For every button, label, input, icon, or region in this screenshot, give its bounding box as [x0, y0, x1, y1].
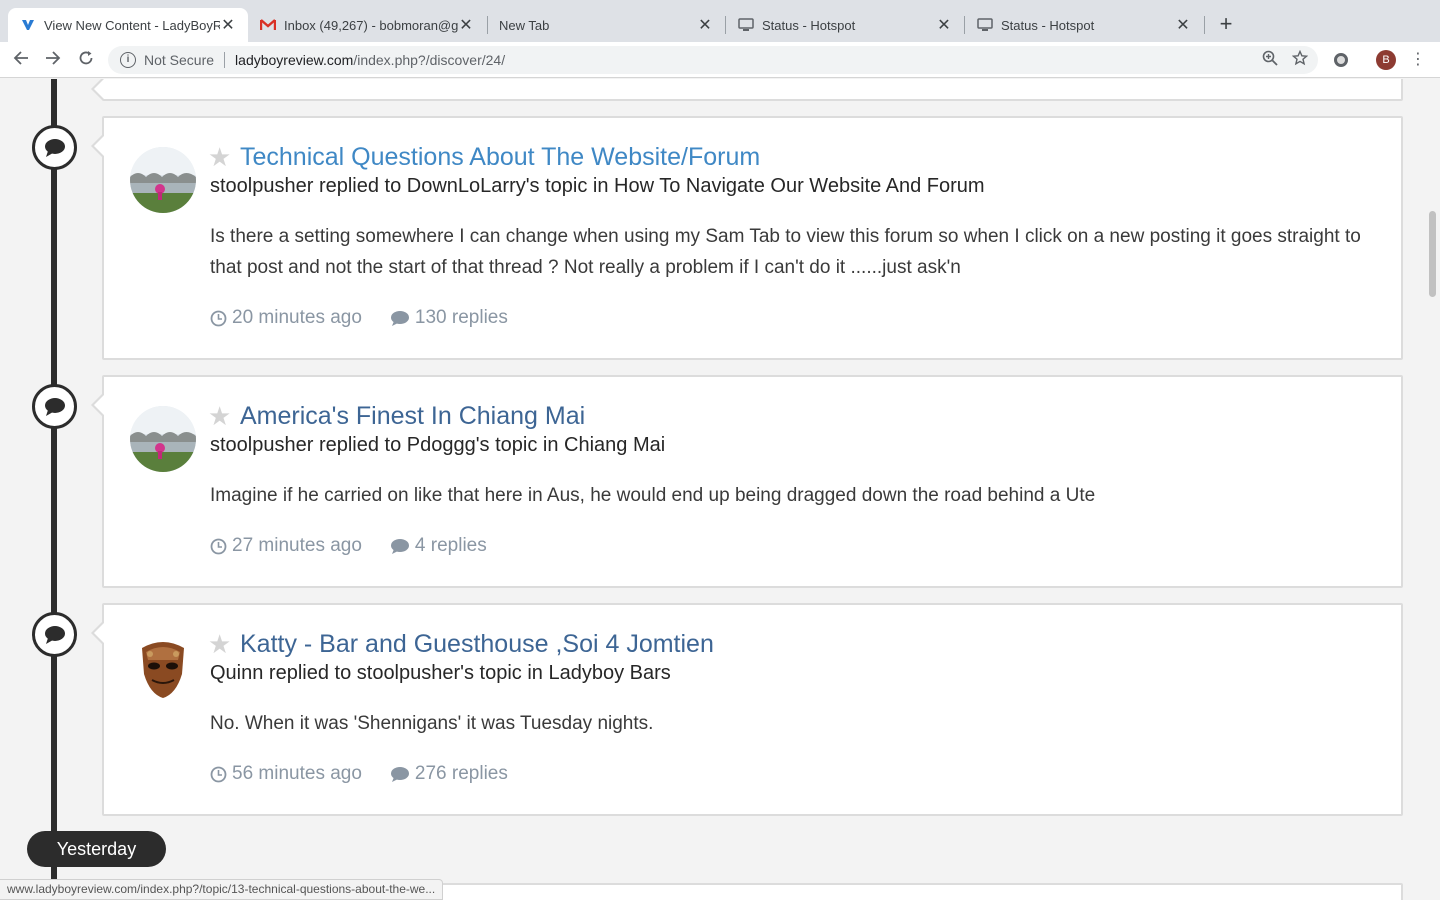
monitor-favicon: [738, 17, 754, 33]
avatar[interactable]: [130, 147, 196, 213]
timeline-comment-icon: [32, 384, 77, 429]
reply-count[interactable]: 276 replies: [415, 763, 508, 785]
url-host: ladyboyreview.com: [235, 52, 354, 68]
tab-strip: View New Content - LadyBoyR ✕ Inbox (49,…: [0, 0, 1440, 42]
post-time[interactable]: 27 minutes ago: [232, 535, 362, 557]
tab-status-hotspot-1[interactable]: Status - Hotspot ✕: [726, 8, 964, 42]
topic-title-link[interactable]: America's Finest In Chiang Mai: [240, 399, 585, 433]
post-snippet: Is there a setting somewhere I can chang…: [210, 226, 1361, 278]
gmail-favicon: [260, 17, 276, 33]
close-icon[interactable]: ✕: [936, 15, 952, 35]
comment-icon: [390, 538, 409, 554]
comment-icon: [44, 138, 65, 157]
comment-icon: [44, 625, 65, 644]
url-path: /index.php?/discover/24/: [353, 52, 506, 68]
post-time[interactable]: 56 minutes ago: [232, 763, 362, 785]
page-content: ★ Technical Questions About The Website/…: [0, 79, 1440, 900]
timeline-comment-icon: [32, 125, 77, 170]
arrow-right-icon: [46, 51, 61, 65]
tab-title: New Tab: [499, 17, 550, 33]
reply-count[interactable]: 130 replies: [415, 307, 508, 329]
post-time[interactable]: 20 minutes ago: [232, 307, 362, 329]
comment-icon: [44, 397, 65, 416]
close-icon[interactable]: ✕: [697, 15, 713, 35]
timeline-comment-icon: [32, 612, 77, 657]
reload-icon: [79, 51, 93, 65]
clock-icon: [210, 310, 227, 326]
activity-byline: stoolpusher replied to Pdoggg's topic in…: [210, 434, 666, 456]
follow-star-icon[interactable]: ★: [208, 401, 231, 431]
reload-button[interactable]: [74, 48, 98, 72]
security-label[interactable]: Not Secure: [144, 52, 214, 68]
activity-byline: stoolpusher replied to DownLoLarry's top…: [210, 175, 985, 197]
arrow-left-icon: [13, 51, 28, 65]
address-bar[interactable]: i Not Secure ladyboyreview.com/index.php…: [108, 46, 1318, 74]
topic-title-link[interactable]: Katty - Bar and Guesthouse ,Soi 4 Jomtie…: [240, 627, 714, 661]
follow-star-icon[interactable]: ★: [208, 142, 231, 172]
tab-gmail-inbox[interactable]: Inbox (49,267) - bobmoran@g ✕: [248, 8, 486, 42]
back-button[interactable]: [9, 48, 33, 72]
info-icon[interactable]: i: [120, 52, 136, 68]
browser-toolbar: i Not Secure ladyboyreview.com/index.php…: [0, 42, 1440, 78]
post-snippet: No. When it was 'Shennigans' it was Tues…: [210, 713, 654, 734]
new-tab-button[interactable]: +: [1214, 12, 1238, 36]
activity-card: ★ Katty - Bar and Guesthouse ,Soi 4 Jomt…: [91, 603, 1403, 816]
page-scrollbar[interactable]: [1425, 79, 1440, 900]
ladyboyreview-favicon: [20, 17, 36, 33]
activity-card-previous: [91, 79, 1403, 101]
tab-title: Inbox (49,267) - bobmoran@g: [284, 17, 458, 33]
clock-icon: [210, 766, 227, 782]
forward-button[interactable]: [41, 48, 65, 72]
monitor-favicon: [977, 17, 993, 33]
scrollbar-thumb[interactable]: [1429, 211, 1436, 297]
zoom-icon[interactable]: [1262, 50, 1278, 70]
extension-icon[interactable]: [1334, 53, 1348, 67]
activity-card: ★ America's Finest In Chiang Mai stoolpu…: [91, 375, 1403, 588]
profile-avatar[interactable]: B: [1376, 50, 1396, 70]
bookmark-star-icon[interactable]: [1291, 49, 1309, 70]
topic-title-link[interactable]: Technical Questions About The Website/Fo…: [240, 140, 760, 174]
post-meta: 56 minutes ago 276 replies: [210, 763, 536, 785]
close-icon[interactable]: ✕: [1175, 15, 1191, 35]
tab-status-hotspot-2[interactable]: Status - Hotspot ✕: [965, 8, 1203, 42]
post-meta: 20 minutes ago 130 replies: [210, 307, 536, 329]
close-icon[interactable]: ✕: [458, 15, 474, 35]
tab-separator: [1204, 16, 1205, 34]
post-meta: 27 minutes ago 4 replies: [210, 535, 515, 557]
follow-star-icon[interactable]: ★: [208, 629, 231, 659]
activity-byline: Quinn replied to stoolpusher's topic in …: [210, 662, 671, 684]
tab-title: Status - Hotspot: [762, 17, 856, 33]
tab-new-tab[interactable]: New Tab ✕: [487, 8, 725, 42]
day-divider-yesterday: Yesterday: [27, 831, 166, 867]
tab-title: Status - Hotspot: [1001, 17, 1095, 33]
post-snippet: Imagine if he carried on like that here …: [210, 485, 1096, 506]
tab-title: View New Content - LadyBoyR: [44, 17, 220, 33]
close-icon[interactable]: ✕: [220, 15, 236, 35]
avatar[interactable]: [130, 406, 196, 472]
avatar[interactable]: [130, 634, 196, 700]
activity-card: ★ Technical Questions About The Website/…: [91, 116, 1403, 360]
timeline-line: [51, 79, 57, 900]
clock-icon: [210, 538, 227, 554]
comment-icon: [390, 310, 409, 326]
address-divider: [224, 52, 226, 68]
comment-icon: [390, 766, 409, 782]
menu-icon[interactable]: ⋮: [1410, 48, 1426, 72]
tab-view-new-content[interactable]: View New Content - LadyBoyR ✕: [8, 8, 248, 42]
status-bar-url: www.ladyboyreview.com/index.php?/topic/1…: [0, 879, 444, 900]
omnibox-actions: [1262, 49, 1309, 70]
reply-count[interactable]: 4 replies: [415, 535, 487, 557]
